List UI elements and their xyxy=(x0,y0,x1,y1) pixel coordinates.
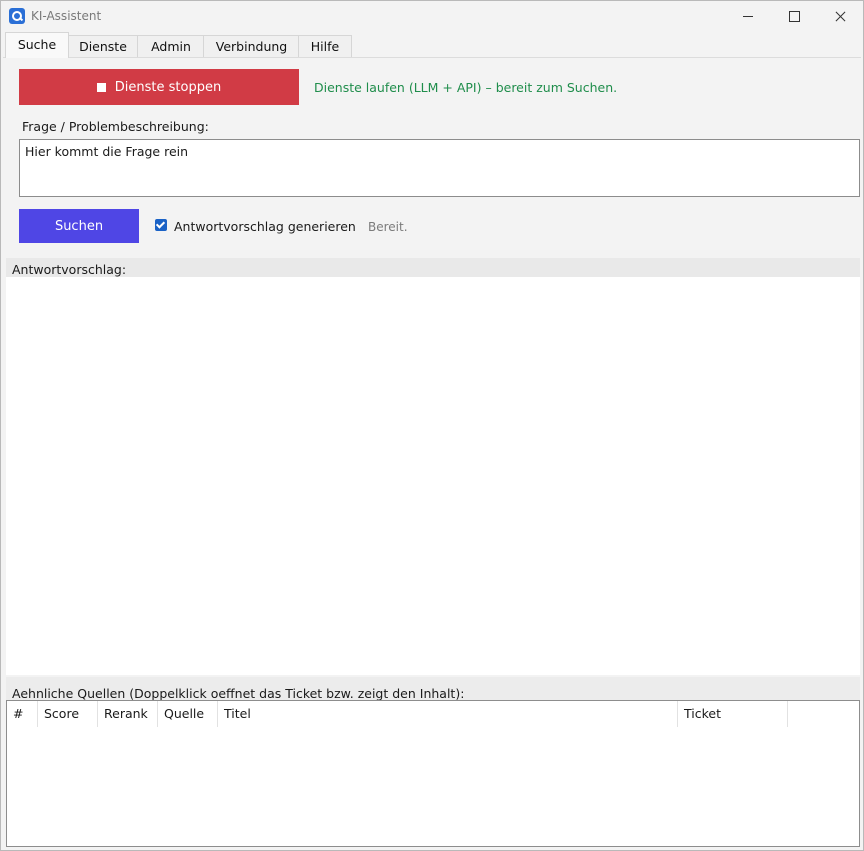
question-input[interactable]: Hier kommt die Frage rein xyxy=(19,139,860,197)
tab-suche[interactable]: Suche xyxy=(5,32,69,58)
stop-services-button[interactable]: Dienste stoppen xyxy=(19,69,299,105)
generate-answer-checkbox[interactable] xyxy=(155,219,167,231)
column-header-titel[interactable]: Titel xyxy=(218,701,678,727)
answer-header: Antwortvorschlag: xyxy=(6,258,860,277)
column-header-rerank[interactable]: Rerank xyxy=(98,701,158,727)
tab-verbindung[interactable]: Verbindung xyxy=(203,35,300,57)
sources-header: Aehnliche Quellen (Doppelklick oeffnet d… xyxy=(6,677,860,701)
tab-admin[interactable]: Admin xyxy=(137,35,205,57)
answer-textarea[interactable] xyxy=(6,277,860,675)
column-header-empty[interactable] xyxy=(788,701,859,727)
service-status: Dienste laufen (LLM + API) – bereit zum … xyxy=(314,80,618,95)
maximize-button[interactable] xyxy=(771,1,817,32)
tab-hilfe[interactable]: Hilfe xyxy=(298,35,352,57)
search-button[interactable]: Suchen xyxy=(19,209,139,243)
column-header-quelle[interactable]: Quelle xyxy=(158,701,218,727)
column-header-number[interactable]: # xyxy=(7,701,38,727)
minimize-button[interactable] xyxy=(725,1,771,32)
generate-answer-label[interactable]: Antwortvorschlag generieren xyxy=(174,219,356,234)
sources-label: Aehnliche Quellen (Doppelklick oeffnet d… xyxy=(12,686,465,701)
answer-label: Antwortvorschlag: xyxy=(12,262,127,277)
title-bar[interactable]: KI-Assistent xyxy=(1,1,863,32)
sources-table[interactable]: # Score Rerank Quelle Titel Ticket xyxy=(6,700,860,847)
tab-bar: Suche Dienste Admin Verbindung Hilfe xyxy=(3,32,861,58)
column-header-ticket[interactable]: Ticket xyxy=(678,701,788,727)
close-button[interactable] xyxy=(817,1,863,32)
stop-services-label: Dienste stoppen xyxy=(114,79,222,95)
search-app-icon xyxy=(9,8,25,24)
tab-dienste[interactable]: Dienste xyxy=(67,35,139,57)
stop-icon xyxy=(96,82,106,92)
window-title: KI-Assistent xyxy=(31,9,102,23)
question-label: Frage / Problembeschreibung: xyxy=(22,119,209,134)
column-header-score[interactable]: Score xyxy=(38,701,98,727)
search-status: Bereit. xyxy=(368,220,408,234)
